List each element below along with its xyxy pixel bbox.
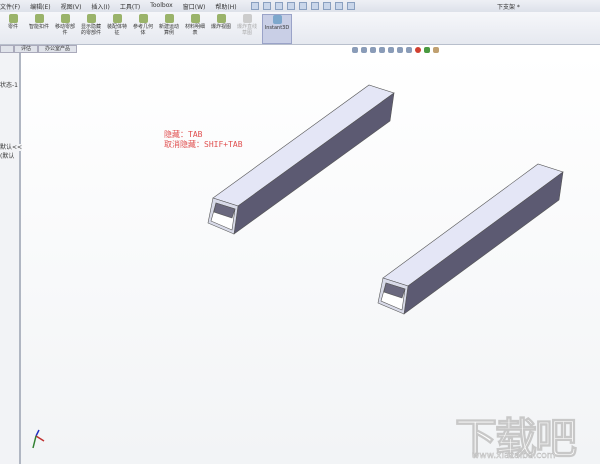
graphics-area[interactable]: [0, 0, 600, 464]
tree-item-default[interactable]: 默认<<: [0, 144, 23, 151]
config-state[interactable]: 状态-1: [0, 82, 18, 89]
annotation-unhide: 取消隐藏：SHIF+TAB: [164, 140, 243, 149]
watermark-url: www.xiazaiba.com: [472, 451, 556, 462]
annotation-hide: 隐藏：TAB: [164, 130, 203, 139]
tree-item-default-2[interactable]: (默认: [0, 153, 15, 160]
feature-manager-panel: 状态-1 默认<< (默认: [0, 53, 23, 464]
annotation-note: 隐藏：TAB 取消隐藏：SHIF+TAB: [164, 130, 243, 150]
